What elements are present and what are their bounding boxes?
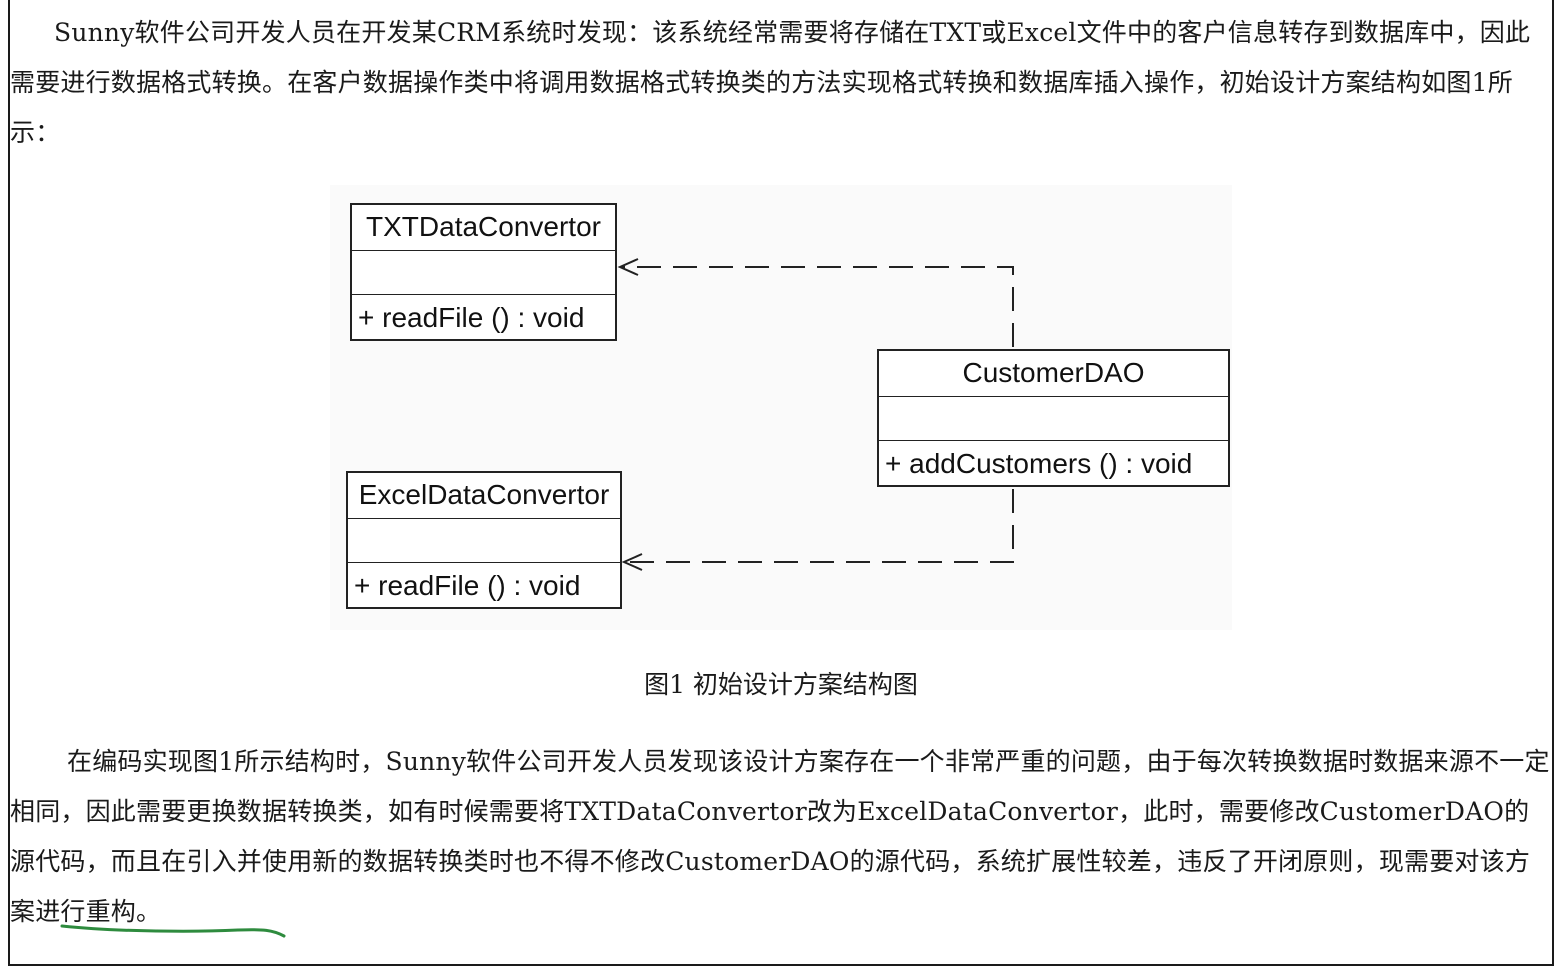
class-operation: + addCustomers () : void xyxy=(885,448,1193,479)
class-attributes xyxy=(352,251,615,295)
class-operation: + readFile () : void xyxy=(358,302,585,333)
class-attributes xyxy=(348,519,620,563)
class-customer-dao: CustomerDAO + addCustomers () : void xyxy=(877,349,1230,487)
class-attributes xyxy=(879,397,1228,441)
class-name: TXTDataConvertor xyxy=(352,205,615,251)
uml-class-diagram: TXTDataConvertor + readFile () : void Ex… xyxy=(330,185,1232,630)
figure-caption: 图1 初始设计方案结构图 xyxy=(644,670,918,699)
class-operation: + readFile () : void xyxy=(354,570,581,601)
class-excel-data-convertor: ExcelDataConvertor + readFile () : void xyxy=(346,471,622,609)
class-txt-data-convertor: TXTDataConvertor + readFile () : void xyxy=(350,203,617,341)
dependency-customer-to-txt xyxy=(617,258,1014,347)
handwritten-underline-mark xyxy=(60,924,286,938)
highlighted-phrase: 违反了开闭原则， xyxy=(1177,847,1379,876)
class-name: ExcelDataConvertor xyxy=(348,473,620,519)
class-name: CustomerDAO xyxy=(879,351,1228,397)
dependency-customer-to-excel xyxy=(621,489,1014,571)
problem-paragraph: 在编码实现图1所示结构时，Sunny软件公司开发人员发现该设计方案存在一个非常严… xyxy=(10,737,1550,937)
intro-paragraph: Sunny软件公司开发人员在开发某CRM系统时发现：该系统经常需要将存储在TXT… xyxy=(10,18,1531,147)
